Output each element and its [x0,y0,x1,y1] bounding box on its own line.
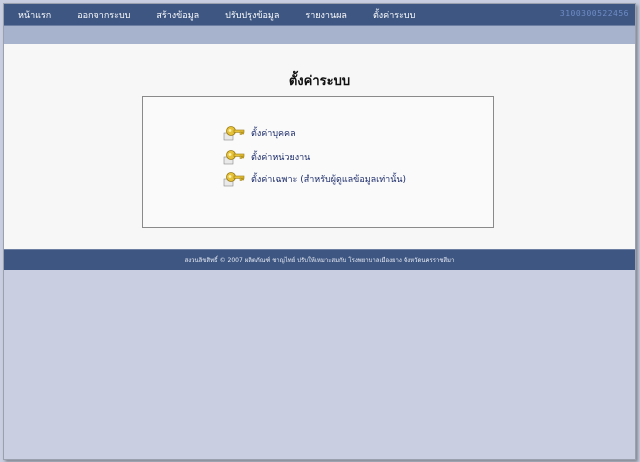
key-icon [223,126,245,141]
copyright-text: สงวนลิขสิทธิ์ © 2007 ผลิตภัณฑ์ ชาญไทย์ ป… [184,257,455,264]
main-content: ตั้งค่าระบบ ตั้งค่าบุคคล ตั้งค่าหน่วยงาน… [4,44,635,249]
footer-bar: สงวนลิขสิทธิ์ © 2007 ผลิตภัณฑ์ ชาญไทย์ ป… [4,249,635,270]
user-id-number: 3100300522456 [559,9,629,18]
page-background [4,270,635,459]
page-title: ตั้งค่าระบบ [288,74,351,89]
menu-item-label: ตั้งค่าหน่วยงาน [251,153,311,163]
key-icon [223,150,245,165]
menu-item-person-settings[interactable]: ตั้งค่าบุคคล [223,125,296,141]
app-window: หน้าแรก ออกจากระบบ สร้างข้อมูล ปรับปรุงข… [3,3,636,460]
nav-create-data[interactable]: สร้างข้อมูล [143,8,212,22]
nav-logout[interactable]: ออกจากระบบ [64,8,143,22]
nav-update-data[interactable]: ปรับปรุงข้อมูล [212,8,292,22]
settings-panel: ตั้งค่าบุคคล ตั้งค่าหน่วยงาน ตั้งค่าเฉพา… [142,96,494,228]
nav-home[interactable]: หน้าแรก [4,8,64,22]
top-navbar: หน้าแรก ออกจากระบบ สร้างข้อมูล ปรับปรุงข… [4,4,635,25]
menu-item-department-settings[interactable]: ตั้งค่าหน่วยงาน [223,149,310,165]
menu-item-label: ตั้งค่าบุคคล [251,129,296,139]
key-icon [223,172,245,187]
menu-item-admin-settings[interactable]: ตั้งค่าเฉพาะ (สำหรับผู้ดูแลข้อมูลเท่านั้… [223,171,406,187]
menu-item-label: ตั้งค่าเฉพาะ (สำหรับผู้ดูแลข้อมูลเท่านั้… [251,175,407,185]
nav-system-settings[interactable]: ตั้งค่าระบบ [360,8,428,22]
nav-report[interactable]: รายงานผล [292,8,360,22]
sub-header-bar [4,25,635,44]
